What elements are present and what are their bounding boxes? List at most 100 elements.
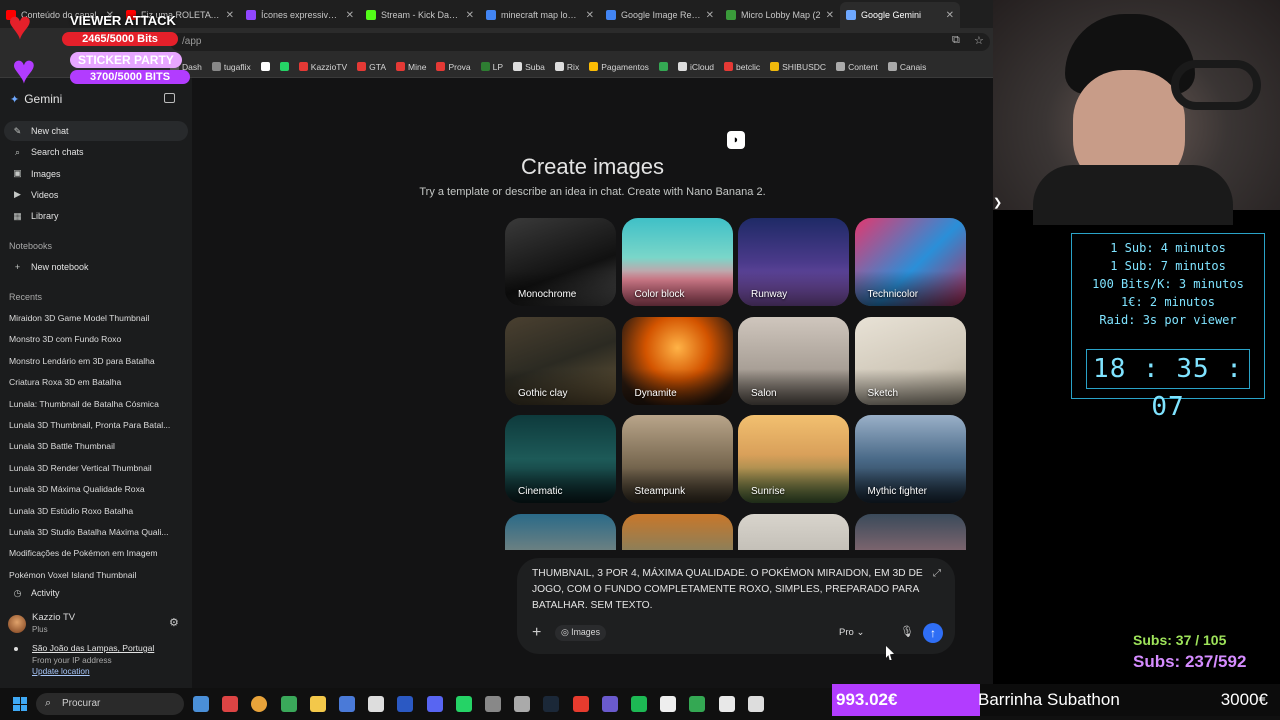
taskbar-app-icon[interactable] — [601, 696, 618, 712]
taskbar-app-icon[interactable] — [543, 696, 560, 712]
taskbar-app-icon[interactable] — [747, 696, 764, 712]
avatar[interactable] — [8, 615, 26, 633]
close-tab-icon[interactable]: ✕ — [586, 10, 594, 21]
bookmark-item[interactable] — [279, 62, 289, 71]
windows-start-icon[interactable] — [13, 697, 27, 711]
prompt-input[interactable]: THUMBNAIL, 3 POR 4, MÁXIMA QUALIDADE. O … — [532, 566, 932, 614]
sidebar-item[interactable]: ⌕ Search chats — [4, 142, 188, 162]
settings-gear-icon[interactable]: ⚙ — [169, 616, 179, 629]
taskbar-app-icon[interactable] — [572, 696, 589, 712]
bookmark-item[interactable]: Mine — [396, 62, 426, 72]
template-card[interactable]: Steampunk — [621, 415, 733, 503]
taskbar-app-icon[interactable] — [397, 696, 414, 712]
new-notebook-button[interactable]: + New notebook — [4, 257, 188, 277]
sidebar-item[interactable]: ▣ Images — [4, 164, 188, 184]
template-card[interactable]: Technicolor — [854, 218, 966, 306]
bookmark-item[interactable]: KazzioTV — [298, 62, 347, 72]
browser-tab[interactable]: Google Image Result ✕ — [600, 2, 720, 28]
taskbar-app-icon[interactable] — [368, 696, 385, 712]
recent-chat-item[interactable]: Monstro Lendário em 3D para Batalha — [9, 356, 185, 366]
bookmark-item[interactable]: Pagamentos — [589, 62, 649, 72]
taskbar-app-icon[interactable] — [426, 696, 443, 712]
browser-tab[interactable]: Stream - Kick Dashb ✕ — [360, 2, 480, 28]
template-card[interactable] — [505, 513, 616, 550]
browser-tab[interactable]: Ícones expressivos - ✕ — [240, 2, 360, 28]
bookmark-item[interactable]: LP — [480, 62, 503, 72]
close-tab-icon[interactable]: ✕ — [946, 10, 954, 21]
taskbar-app-icon[interactable] — [280, 696, 297, 712]
bookmark-item[interactable]: SHIBUSDC — [770, 62, 826, 72]
recent-chat-item[interactable]: Modificações de Pokémon em Imagem — [9, 548, 185, 558]
recent-chat-item[interactable]: Lunala 3D Thumbnail, Pronta Para Batal..… — [9, 420, 185, 430]
recent-chat-item[interactable]: Lunala 3D Render Vertical Thumbnail — [9, 463, 185, 473]
bookmark-item[interactable]: betclic — [724, 62, 760, 72]
expand-icon[interactable]: ⤢ — [933, 568, 941, 579]
url-field[interactable]: /app — [170, 33, 990, 51]
bookmark-item[interactable]: GTA — [357, 62, 386, 72]
sidebar-item[interactable]: ▦ Library — [4, 206, 188, 226]
prompt-box[interactable]: THUMBNAIL, 3 POR 4, MÁXIMA QUALIDADE. O … — [517, 558, 955, 654]
taskbar-app-icon[interactable] — [689, 696, 706, 712]
browser-tab[interactable]: minecraft map lobby ✕ — [480, 2, 600, 28]
template-card[interactable]: Sunrise — [738, 415, 849, 503]
recent-chat-item[interactable]: Pokémon Voxel Island Thumbnail — [9, 570, 185, 580]
template-card[interactable]: Salon — [738, 316, 849, 405]
recent-chat-item[interactable]: Miraidon 3D Game Model Thumbnail — [9, 313, 185, 323]
taskbar-app-icon[interactable] — [455, 696, 472, 712]
recent-chat-item[interactable]: Lunala: Thumbnail de Batalha Cósmica — [9, 399, 185, 409]
close-tab-icon[interactable]: ✕ — [346, 10, 354, 21]
template-card[interactable] — [621, 513, 733, 550]
bookmark-item[interactable]: Prova — [436, 62, 471, 72]
activity-button[interactable]: ◷ Activity — [4, 583, 188, 603]
taskbar-app-icon[interactable] — [485, 696, 501, 712]
close-tab-icon[interactable]: ✕ — [826, 10, 834, 21]
template-card[interactable]: Gothic clay — [505, 316, 616, 405]
template-card[interactable]: Mythic fighter — [854, 415, 966, 503]
location-link[interactable]: São João das Lampas, Portugal — [32, 643, 208, 653]
template-card[interactable]: Dynamite — [621, 316, 733, 405]
taskbar-app-icon[interactable] — [631, 696, 647, 712]
recent-chat-item[interactable]: Monstro 3D com Fundo Roxo — [9, 334, 185, 344]
microphone-icon[interactable]: 🎙 — [900, 625, 914, 638]
browser-tab[interactable]: Google Gemini ✕ — [840, 2, 960, 28]
template-card[interactable]: Cinematic — [505, 415, 616, 503]
recent-chat-item[interactable]: Lunala 3D Studio Batalha Máxima Quali... — [9, 527, 185, 537]
recent-chat-item[interactable]: Lunala 3D Estúdio Roxo Batalha — [9, 506, 185, 516]
taskbar-app-icon[interactable] — [222, 696, 239, 712]
bookmark-item[interactable] — [658, 62, 668, 71]
close-tab-icon[interactable]: ✕ — [226, 10, 234, 21]
recent-chat-item[interactable]: Lunala 3D Battle Thumbnail — [9, 441, 185, 451]
recent-chat-item[interactable]: Criatura Roxa 3D em Batalha — [9, 377, 185, 387]
bookmark-item[interactable]: Canais — [887, 62, 926, 72]
bookmark-star-icon[interactable]: ☆ — [974, 34, 984, 47]
taskbar-search[interactable]: ⌕ Procurar — [36, 693, 184, 715]
bookmark-item[interactable]: Suba — [513, 62, 545, 72]
model-selector[interactable]: Pro ⌄ — [839, 627, 864, 638]
template-card[interactable] — [738, 513, 849, 550]
add-attachment-icon[interactable]: + — [532, 624, 541, 642]
send-button[interactable]: ↑ — [923, 623, 943, 643]
bookmark-item[interactable]: Rix — [554, 62, 579, 72]
sidebar-item[interactable]: ✎ New chat — [4, 121, 188, 141]
update-location-link[interactable]: Update location — [32, 666, 208, 676]
template-card[interactable]: Monochrome — [505, 218, 616, 306]
template-card[interactable]: Color block — [621, 218, 733, 306]
taskbar-app-icon[interactable] — [193, 696, 209, 712]
taskbar-app-icon[interactable] — [309, 696, 326, 712]
bookmark-item[interactable]: tugaflix — [211, 62, 251, 72]
template-card[interactable]: Sketch — [854, 316, 966, 405]
taskbar-app-icon[interactable] — [251, 696, 268, 712]
close-tab-icon[interactable]: ✕ — [466, 10, 474, 21]
bookmark-item[interactable]: Content — [836, 62, 878, 72]
taskbar-app-icon[interactable] — [339, 696, 355, 712]
sidebar-item[interactable]: ▶ Videos — [4, 185, 188, 205]
template-card[interactable]: Runway — [738, 218, 849, 306]
template-card[interactable] — [854, 513, 966, 550]
bookmark-item[interactable] — [260, 62, 270, 71]
recent-chat-item[interactable]: Lunala 3D Máxima Qualidade Roxa — [9, 484, 185, 494]
images-chip[interactable]: ◎ Images — [555, 625, 606, 641]
bookmark-item[interactable]: iCloud — [677, 62, 714, 72]
taskbar-app-icon[interactable] — [660, 696, 677, 712]
translate-icon[interactable]: ⧉ — [952, 34, 960, 47]
taskbar-app-icon[interactable] — [718, 696, 735, 712]
